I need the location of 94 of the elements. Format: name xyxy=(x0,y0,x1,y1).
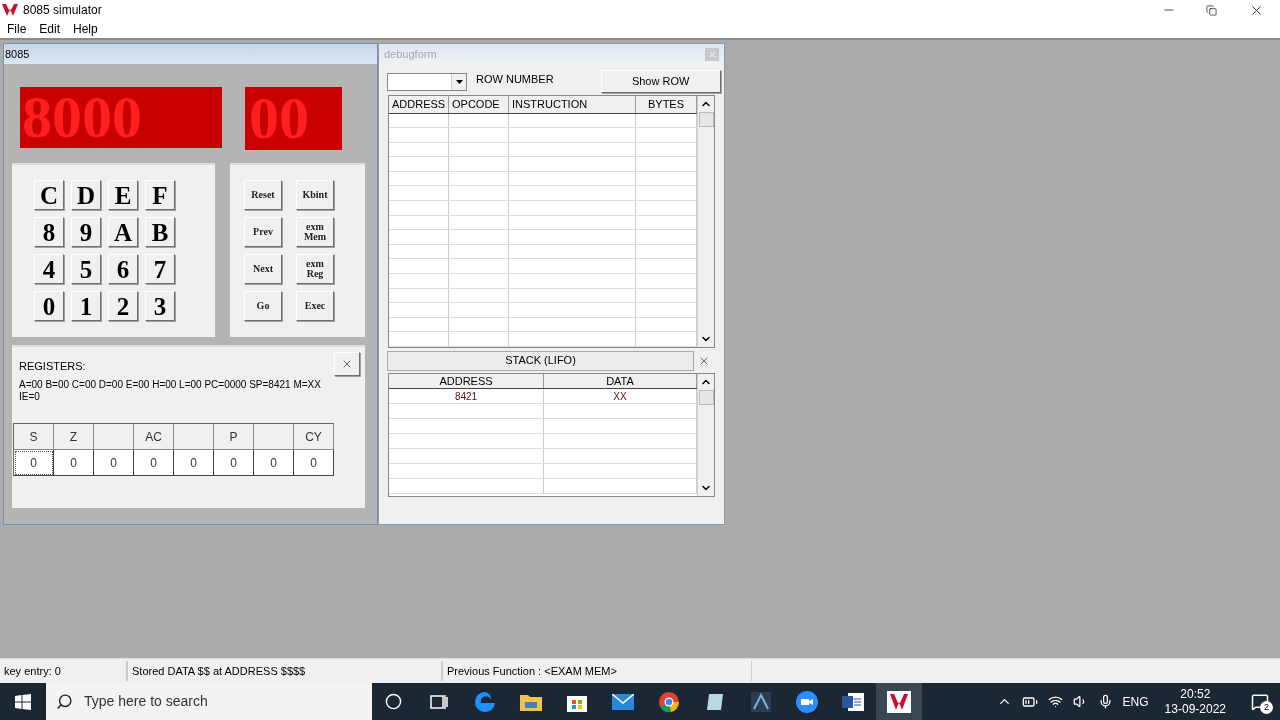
flag-cell: 0 xyxy=(294,450,334,476)
flag-cell: 0 xyxy=(134,450,174,476)
hex-key[interactable]: 2 xyxy=(108,291,138,321)
flag-header: CY xyxy=(294,424,334,450)
status-bar-field: key entry: 0 xyxy=(0,661,127,681)
menu-item[interactable]: Edit xyxy=(39,20,61,38)
column-header[interactable]: ADDRESS xyxy=(389,96,449,113)
hex-key[interactable]: F xyxy=(145,180,175,210)
column-header[interactable]: OPCODE xyxy=(449,96,509,113)
hex-key[interactable]: C xyxy=(34,180,64,210)
taskbar-app[interactable] xyxy=(876,683,922,720)
close-icon xyxy=(341,358,353,370)
search-icon xyxy=(56,693,73,710)
function-key[interactable]: Exec xyxy=(296,291,334,321)
app-logo-icon xyxy=(2,3,18,17)
folder-icon xyxy=(520,692,542,711)
register-values: A=00 B=00 C=00 D=00 E=00 H=00 L=00 PC=0000 SP=8421 M=XX IE=0 xyxy=(19,379,322,403)
window-title: debugform xyxy=(384,46,437,62)
registers-title: REGISTERS: xyxy=(19,359,86,374)
flag-cell: 0 xyxy=(54,450,94,476)
dropdown-arrow-icon xyxy=(455,79,463,84)
hex-key[interactable]: 3 xyxy=(145,291,175,321)
flag-header xyxy=(254,424,294,450)
flag-header xyxy=(94,424,134,450)
scrollbar[interactable] xyxy=(697,96,714,347)
flag-header: Z xyxy=(54,424,94,450)
function-key[interactable]: Kbint xyxy=(296,180,334,210)
scrollbar[interactable] xyxy=(697,374,714,496)
hex-key[interactable]: 8 xyxy=(34,217,64,247)
close-icon xyxy=(707,49,717,59)
hex-key[interactable]: 0 xyxy=(34,291,64,321)
menu-item[interactable]: File xyxy=(7,20,27,38)
window-title: 8085 xyxy=(5,46,30,62)
column-header[interactable]: INSTRUCTION xyxy=(509,96,636,113)
function-key[interactable]: Next xyxy=(244,254,282,284)
browser-icon xyxy=(658,690,680,713)
function-key[interactable]: Prev xyxy=(244,217,282,247)
clock-time[interactable]: 20:52 xyxy=(1180,686,1211,702)
row-number-label: ROW NUMBER xyxy=(476,72,554,88)
flag-header xyxy=(174,424,214,450)
flag-cell: 0 xyxy=(94,450,134,476)
table-cell: 8421 xyxy=(389,389,544,403)
hex-key[interactable]: A xyxy=(108,217,138,247)
clock-date[interactable]: 13-09-2022 xyxy=(1164,701,1226,717)
status-bar-field: Stored DATA $$ at ADDRESS $$$$ xyxy=(127,661,442,681)
hex-key[interactable]: 5 xyxy=(71,254,101,284)
search-field[interactable]: Type here to search xyxy=(46,683,372,720)
flag-cell: 0 xyxy=(14,450,54,476)
notification-count: 2 xyxy=(1260,701,1273,714)
hex-key[interactable]: 4 xyxy=(34,254,64,284)
flag-cell: 0 xyxy=(214,450,254,476)
function-key[interactable]: exm Mem xyxy=(296,217,334,247)
window-title: 8085 simulator xyxy=(23,2,102,19)
flag-cell: 0 xyxy=(174,450,214,476)
stack-title-bar: STACK (LIFO) xyxy=(387,350,694,371)
hex-key[interactable]: 7 xyxy=(145,254,175,284)
browser-icon xyxy=(474,690,496,713)
function-key[interactable]: Reset xyxy=(244,180,282,210)
hex-key[interactable]: 9 xyxy=(71,217,101,247)
language-indicator[interactable]: ENG xyxy=(1122,692,1149,711)
flag-header: P xyxy=(214,424,254,450)
microphone-icon[interactable] xyxy=(1097,694,1113,709)
hex-key[interactable]: 1 xyxy=(71,291,101,321)
mail-icon xyxy=(612,693,634,710)
flag-header: AC xyxy=(134,424,174,450)
notification-icon xyxy=(1251,692,1269,711)
row-dropdown[interactable] xyxy=(387,72,467,91)
task-view-icon xyxy=(430,693,448,710)
function-key[interactable]: exm Reg xyxy=(296,254,334,284)
search-placeholder: Type here to search xyxy=(84,692,208,711)
show-row-button[interactable]: Show ROW xyxy=(600,70,721,93)
close-button[interactable] xyxy=(334,352,360,376)
column-header[interactable]: BYTES xyxy=(636,96,697,113)
function-key[interactable]: Go xyxy=(244,291,282,321)
hex-key[interactable]: B xyxy=(145,217,175,247)
column-header[interactable]: DATA xyxy=(544,374,697,388)
notification-button[interactable]: 2 xyxy=(1240,683,1280,720)
scroll-thumb[interactable] xyxy=(698,112,714,127)
flag-cell: 0 xyxy=(254,450,294,476)
video-camera-icon xyxy=(796,690,818,713)
hex-key[interactable]: D xyxy=(71,180,101,210)
flag-header: S xyxy=(14,424,54,450)
circle-icon xyxy=(384,693,402,710)
wifi-icon[interactable] xyxy=(1047,694,1063,709)
windows-logo-icon xyxy=(15,693,31,710)
hex-key[interactable]: E xyxy=(108,180,138,210)
column-header[interactable]: ADDRESS xyxy=(389,374,544,388)
scroll-thumb[interactable] xyxy=(698,390,714,405)
hex-key[interactable]: 6 xyxy=(108,254,138,284)
status-bar-field: Previous Function : <EXAM MEM> xyxy=(442,661,752,681)
document-icon xyxy=(842,692,864,711)
restore-icon[interactable] xyxy=(1206,4,1217,16)
app-logo-icon xyxy=(887,690,911,713)
menu-item[interactable]: Help xyxy=(73,20,98,38)
